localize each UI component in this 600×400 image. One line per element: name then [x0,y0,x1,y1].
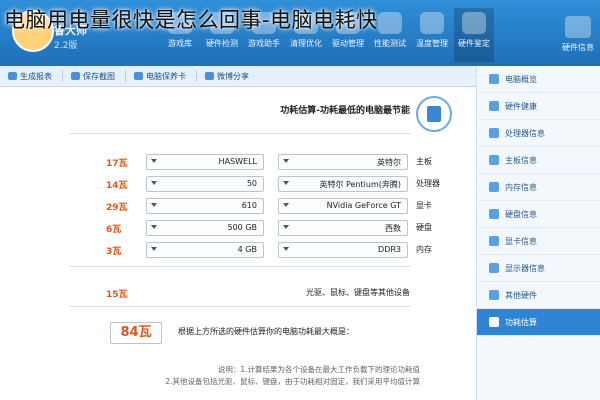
notes: 说明：1.计算结果为各个设备在最大工作负载下的理论功耗值 2.其他设备包括光驱、… [120,364,420,388]
page-title: 电脑用电量很快是怎么回事-电脑电耗快 [4,8,378,32]
power-icon [489,317,499,327]
result-description: 根据上方所选的硬件估算你的电脑功耗最大概是： [178,327,354,336]
component-row-gpu: 29瓦 610 NVidia GeForce GT 显卡 [70,197,450,215]
section-title: 功耗估算-功耗最低的电脑最节能 [280,106,410,116]
generate-report-button[interactable]: 生成报表 [8,71,52,82]
divider [70,266,410,267]
divider [70,133,410,134]
brand-select[interactable]: NVidia GeForce GT [278,198,408,214]
report-icon [8,72,17,80]
app-version: 2.2版 [54,41,78,51]
component-row-memory: 3瓦 4 GB DDR3 内存 [70,241,450,259]
monitor-icon [489,263,499,273]
brand-select[interactable]: 英特尔 Pentium(奔腾) [278,176,408,192]
brand-select[interactable]: DDR3 [278,242,408,258]
toolbar-divider [62,70,63,82]
nav-item-temperature[interactable]: 温度管理 [412,8,452,62]
brand-select[interactable]: 西数 [278,220,408,236]
toolbar-divider [125,70,126,82]
nav-item-hardware-identify[interactable]: 硬件鉴定 [454,8,494,62]
component-row-disk: 6瓦 500 GB 西数 硬盘 [70,219,450,237]
sidebar-item-power-estimate[interactable]: 功耗估算 [477,309,600,336]
share-icon [205,72,214,80]
peripheral-power-value: 15瓦 [106,290,128,300]
note-line: 说明：1.计算结果为各个设备在最大工作负载下的理论功耗值 [217,365,420,374]
maintenance-card-button[interactable]: 电脑保养卡 [134,71,186,82]
sidebar: 电脑概览 硬件健康 处理器信息 主板信息 内存信息 硬盘信息 显卡信息 显示器信… [476,66,600,400]
component-label: 处理器 [416,179,440,188]
motherboard-icon [489,155,499,165]
power-value: 14瓦 [106,181,128,191]
sidebar-item-motherboard[interactable]: 主板信息 [477,147,600,174]
toolbar: 生成报表 保存截图 电脑保养卡 微博分享 [0,66,476,87]
model-select[interactable]: 610 [146,198,264,214]
computer-icon [489,74,499,84]
thermometer-icon [420,12,444,34]
heart-icon [489,101,499,111]
power-value: 6瓦 [106,225,122,235]
model-select[interactable]: HASWELL [146,154,264,170]
dropdown-arrow-icon [151,247,157,251]
power-value: 29瓦 [106,203,128,213]
memory-icon [489,182,499,192]
component-row-motherboard: 17瓦 HASWELL 英特尔 主板 [70,153,450,171]
speedometer-icon [378,12,402,34]
camera-icon [71,72,80,80]
card-icon [134,72,143,80]
sidebar-item-gpu[interactable]: 显卡信息 [477,228,600,255]
dropdown-arrow-icon [283,181,289,185]
dropdown-arrow-icon [283,159,289,163]
power-value: 17瓦 [106,159,128,169]
power-value: 3瓦 [106,247,122,257]
cpu-icon [489,128,499,138]
model-select[interactable]: 50 [146,176,264,192]
note-line: 2.其他设备包括光驱、鼠标、键盘，由于功耗相对固定，我们采用平均值计算 [165,377,420,386]
component-row-cpu: 14瓦 50 英特尔 Pentium(奔腾) 处理器 [70,175,450,193]
dropdown-arrow-icon [151,159,157,163]
component-label: 显卡 [416,201,432,210]
dropdown-arrow-icon [283,225,289,229]
sidebar-item-overview[interactable]: 电脑概览 [477,66,600,93]
sidebar-item-memory[interactable]: 内存信息 [477,174,600,201]
save-screenshot-button[interactable]: 保存截图 [71,71,115,82]
sidebar-item-disk[interactable]: 硬盘信息 [477,201,600,228]
sidebar-item-other-hardware[interactable]: 其他硬件 [477,282,600,309]
magnifier-icon [462,12,486,34]
disk-icon [489,209,499,219]
monitor-icon [565,16,591,38]
component-label: 主板 [416,157,432,166]
dropdown-arrow-icon [151,181,157,185]
sidebar-item-hardware-health[interactable]: 硬件健康 [477,93,600,120]
component-label: 内存 [416,245,432,254]
brand-select[interactable]: 英特尔 [278,154,408,170]
dropdown-arrow-icon [151,225,157,229]
calculator-badge [416,96,452,132]
dropdown-arrow-icon [283,203,289,207]
sidebar-item-cpu[interactable]: 处理器信息 [477,120,600,147]
gpu-icon [489,236,499,246]
model-select[interactable]: 4 GB [146,242,264,258]
plug-icon [489,290,499,300]
hardware-info-button[interactable]: 硬件信息 [562,2,594,53]
divider [70,306,410,307]
total-power-result: 84瓦 [110,322,162,344]
model-select[interactable]: 500 GB [146,220,264,236]
toolbar-divider [196,70,197,82]
dropdown-arrow-icon [151,203,157,207]
peripheral-label: 光驱、鼠标、键盘等其他设备 [306,288,410,297]
weibo-share-button[interactable]: 微博分享 [205,71,249,82]
sidebar-item-monitor[interactable]: 显示器信息 [477,255,600,282]
component-label: 硬盘 [416,223,432,232]
calculator-icon [427,106,441,122]
dropdown-arrow-icon [283,247,289,251]
